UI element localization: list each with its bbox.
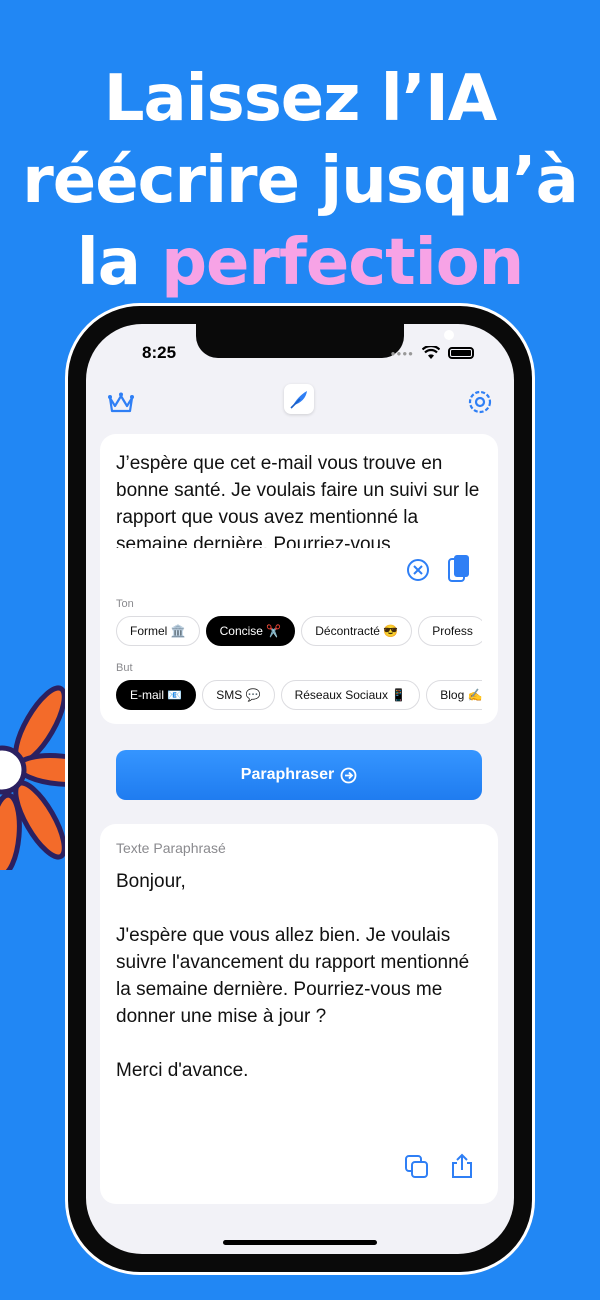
headline-prefix: la (76, 226, 162, 300)
input-card: J’espère que cet e-mail vous trouve en b… (100, 434, 498, 724)
output-text: Bonjour, J'espère que vous allez bien. J… (116, 871, 470, 1081)
headline-line-3: la perfection (0, 222, 600, 304)
notch (196, 324, 454, 358)
share-icon[interactable] (450, 1152, 474, 1185)
paste-icon[interactable] (446, 554, 472, 589)
tone-chips: Formel 🏛️ Concise ✂️ Décontracté 😎 Profess (116, 616, 482, 646)
phone-frame: 8:25 ●●●● J’espère que cet e-mail vous t… (68, 306, 532, 1272)
tone-chip[interactable]: Formel 🏛️ (116, 616, 200, 646)
feather-icon (284, 384, 314, 414)
headline-line-2: réécrire jusqu’à (22, 144, 579, 218)
purpose-chips: E-mail 📧 SMS 💬 Réseaux Sociaux 📱 Blog ✍️ (116, 680, 482, 710)
home-indicator (223, 1240, 377, 1245)
gear-icon[interactable] (466, 388, 496, 418)
arrow-circle-icon (340, 767, 357, 783)
status-time: 8:25 (142, 343, 177, 362)
tone-chip[interactable]: Profess (418, 616, 482, 646)
clear-icon[interactable] (406, 558, 430, 587)
tone-chip-selected[interactable]: Concise ✂️ (205, 616, 296, 646)
marketing-headline: Laissez l’IA réécrire jusqu’à la perfect… (0, 58, 600, 304)
tone-label: Ton (116, 598, 134, 610)
crown-icon[interactable] (106, 388, 136, 418)
headline-accent: perfection (161, 226, 524, 300)
copy-icon[interactable] (404, 1154, 430, 1185)
camera-dot (444, 330, 454, 340)
purpose-chip-selected[interactable]: E-mail 📧 (116, 680, 197, 710)
headline-line-1: Laissez l’IA (103, 62, 498, 136)
source-text-input[interactable]: J’espère que cet e-mail vous trouve en b… (116, 450, 486, 548)
app-screen: 8:25 ●●●● J’espère que cet e-mail vous t… (86, 324, 514, 1254)
purpose-chip[interactable]: SMS 💬 (202, 680, 275, 710)
paraphrase-button-label: Paraphraser (240, 766, 335, 783)
signal-icon: ●●●● (390, 348, 414, 358)
output-label: Texte Paraphrasé (116, 840, 226, 856)
wifi-icon (422, 346, 440, 359)
purpose-chip[interactable]: Réseaux Sociaux 📱 (280, 680, 421, 710)
status-icons: ●●●● (391, 346, 474, 360)
battery-icon (448, 347, 474, 359)
output-card: Texte Paraphrasé Bonjour, J'espère que v… (100, 824, 498, 1204)
paraphrase-button[interactable]: Paraphraser (116, 750, 482, 800)
purpose-label: But (116, 662, 133, 674)
tone-chip[interactable]: Décontracté 😎 (301, 616, 413, 646)
purpose-chip[interactable]: Blog ✍️ (426, 680, 482, 710)
